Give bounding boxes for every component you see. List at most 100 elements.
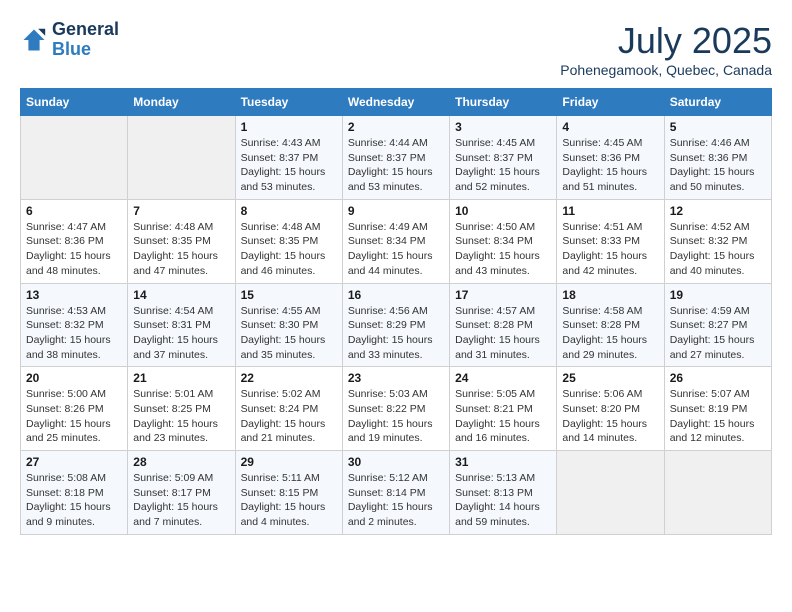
calendar-header-row: SundayMondayTuesdayWednesdayThursdayFrid… [21,89,772,116]
day-number: 7 [133,204,229,218]
day-number: 4 [562,120,658,134]
calendar-cell: 5Sunrise: 4:46 AM Sunset: 8:36 PM Daylig… [664,116,771,200]
calendar-cell: 19Sunrise: 4:59 AM Sunset: 8:27 PM Dayli… [664,283,771,367]
title-block: July 2025 Pohenegamook, Quebec, Canada [560,20,772,78]
day-number: 25 [562,371,658,385]
day-number: 3 [455,120,551,134]
day-number: 5 [670,120,766,134]
day-info: Sunrise: 4:49 AM Sunset: 8:34 PM Dayligh… [348,220,444,279]
day-number: 26 [670,371,766,385]
calendar-table: SundayMondayTuesdayWednesdayThursdayFrid… [20,88,772,535]
day-info: Sunrise: 4:57 AM Sunset: 8:28 PM Dayligh… [455,304,551,363]
calendar-cell: 20 Sunrise: 5:00 AM Sunset: 8:26 PM Dayli… [21,367,128,451]
day-info: Sunrise: 5:05 AM Sunset: 8:21 PM Dayligh… [455,387,551,446]
logo-line2: Blue [52,40,119,60]
day-info: Sunrise: 4:56 AM Sunset: 8:29 PM Dayligh… [348,304,444,363]
calendar-cell [664,451,771,535]
day-number: 11 [562,204,658,218]
day-info: Sunrise: 4:43 AM Sunset: 8:37 PM Dayligh… [241,136,337,195]
day-number: 6 [26,204,122,218]
day-info: Sunrise: 5:13 AM Sunset: 8:13 PM Dayligh… [455,471,551,530]
day-info: Sunrise: 5:01 AM Sunset: 8:25 PM Dayligh… [133,387,229,446]
calendar-cell: 11 Sunrise: 4:51 AM Sunset: 8:33 PM Dayli… [557,199,664,283]
header-wednesday: Wednesday [342,89,449,116]
day-info: Sunrise: 4:55 AM Sunset: 8:30 PM Dayligh… [241,304,337,363]
calendar-cell: 8 Sunrise: 4:48 AM Sunset: 8:35 PM Daylig… [235,199,342,283]
day-info: Sunrise: 4:45 AM Sunset: 8:37 PM Dayligh… [455,136,551,195]
day-info: Sunrise: 5:02 AM Sunset: 8:24 PM Dayligh… [241,387,337,446]
calendar-week-row: 13Sunrise: 4:53 AM Sunset: 8:32 PM Dayli… [21,283,772,367]
day-info: Sunrise: 4:50 AM Sunset: 8:34 PM Dayligh… [455,220,551,279]
header-friday: Friday [557,89,664,116]
day-number: 10 [455,204,551,218]
calendar-week-row: 27 Sunrise: 5:08 AM Sunset: 8:18 PM Dayli… [21,451,772,535]
day-info: Sunrise: 4:48 AM Sunset: 8:35 PM Dayligh… [241,220,337,279]
day-number: 15 [241,288,337,302]
calendar-cell: 23 Sunrise: 5:03 AM Sunset: 8:22 PM Dayli… [342,367,449,451]
calendar-cell: 10 Sunrise: 4:50 AM Sunset: 8:34 PM Dayli… [450,199,557,283]
calendar-cell: 4 Sunrise: 4:45 AM Sunset: 8:36 PM Daylig… [557,116,664,200]
day-number: 18 [562,288,658,302]
day-number: 22 [241,371,337,385]
day-number: 8 [241,204,337,218]
day-info: Sunrise: 4:44 AM Sunset: 8:37 PM Dayligh… [348,136,444,195]
day-number: 14 [133,288,229,302]
calendar-cell: 18 Sunrise: 4:58 AM Sunset: 8:28 PM Dayli… [557,283,664,367]
day-number: 16 [348,288,444,302]
header-thursday: Thursday [450,89,557,116]
day-number: 28 [133,455,229,469]
day-info: Sunrise: 4:51 AM Sunset: 8:33 PM Dayligh… [562,220,658,279]
day-info: Sunrise: 5:08 AM Sunset: 8:18 PM Dayligh… [26,471,122,530]
day-number: 20 [26,371,122,385]
logo: General Blue [20,20,119,60]
calendar-cell: 14 Sunrise: 4:54 AM Sunset: 8:31 PM Dayli… [128,283,235,367]
calendar-cell: 3 Sunrise: 4:45 AM Sunset: 8:37 PM Daylig… [450,116,557,200]
calendar-cell: 30Sunrise: 5:12 AM Sunset: 8:14 PM Dayli… [342,451,449,535]
day-info: Sunrise: 4:52 AM Sunset: 8:32 PM Dayligh… [670,220,766,279]
header-sunday: Sunday [21,89,128,116]
day-info: Sunrise: 4:45 AM Sunset: 8:36 PM Dayligh… [562,136,658,195]
day-number: 31 [455,455,551,469]
day-number: 21 [133,371,229,385]
day-number: 19 [670,288,766,302]
calendar-cell: 17Sunrise: 4:57 AM Sunset: 8:28 PM Dayli… [450,283,557,367]
logo-line1: General [52,20,119,40]
calendar-week-row: 1Sunrise: 4:43 AM Sunset: 8:37 PM Daylig… [21,116,772,200]
day-info: Sunrise: 5:00 AM Sunset: 8:26 PM Dayligh… [26,387,122,446]
calendar-cell [557,451,664,535]
header-monday: Monday [128,89,235,116]
day-number: 24 [455,371,551,385]
day-info: Sunrise: 4:54 AM Sunset: 8:31 PM Dayligh… [133,304,229,363]
calendar-cell: 26 Sunrise: 5:07 AM Sunset: 8:19 PM Dayli… [664,367,771,451]
day-info: Sunrise: 5:03 AM Sunset: 8:22 PM Dayligh… [348,387,444,446]
day-info: Sunrise: 4:58 AM Sunset: 8:28 PM Dayligh… [562,304,658,363]
calendar-cell: 12Sunrise: 4:52 AM Sunset: 8:32 PM Dayli… [664,199,771,283]
logo-icon [20,26,48,54]
calendar-cell [21,116,128,200]
day-info: Sunrise: 5:07 AM Sunset: 8:19 PM Dayligh… [670,387,766,446]
month-title: July 2025 [560,20,772,62]
calendar-cell: 16 Sunrise: 4:56 AM Sunset: 8:29 PM Dayli… [342,283,449,367]
calendar-cell: 31 Sunrise: 5:13 AM Sunset: 8:13 PM Dayli… [450,451,557,535]
calendar-cell: 7 Sunrise: 4:48 AM Sunset: 8:35 PM Daylig… [128,199,235,283]
calendar-cell: 2Sunrise: 4:44 AM Sunset: 8:37 PM Daylig… [342,116,449,200]
day-number: 27 [26,455,122,469]
calendar-cell: 13Sunrise: 4:53 AM Sunset: 8:32 PM Dayli… [21,283,128,367]
calendar-cell: 1Sunrise: 4:43 AM Sunset: 8:37 PM Daylig… [235,116,342,200]
calendar-cell: 9 Sunrise: 4:49 AM Sunset: 8:34 PM Daylig… [342,199,449,283]
calendar-cell: 22 Sunrise: 5:02 AM Sunset: 8:24 PM Dayli… [235,367,342,451]
calendar-cell: 6Sunrise: 4:47 AM Sunset: 8:36 PM Daylig… [21,199,128,283]
calendar-cell: 28 Sunrise: 5:09 AM Sunset: 8:17 PM Dayli… [128,451,235,535]
calendar-cell [128,116,235,200]
day-info: Sunrise: 4:53 AM Sunset: 8:32 PM Dayligh… [26,304,122,363]
day-number: 9 [348,204,444,218]
day-info: Sunrise: 5:09 AM Sunset: 8:17 PM Dayligh… [133,471,229,530]
day-number: 30 [348,455,444,469]
calendar-cell: 24 Sunrise: 5:05 AM Sunset: 8:21 PM Dayli… [450,367,557,451]
day-number: 29 [241,455,337,469]
header-tuesday: Tuesday [235,89,342,116]
day-info: Sunrise: 5:11 AM Sunset: 8:15 PM Dayligh… [241,471,337,530]
header-saturday: Saturday [664,89,771,116]
day-info: Sunrise: 4:48 AM Sunset: 8:35 PM Dayligh… [133,220,229,279]
day-number: 23 [348,371,444,385]
